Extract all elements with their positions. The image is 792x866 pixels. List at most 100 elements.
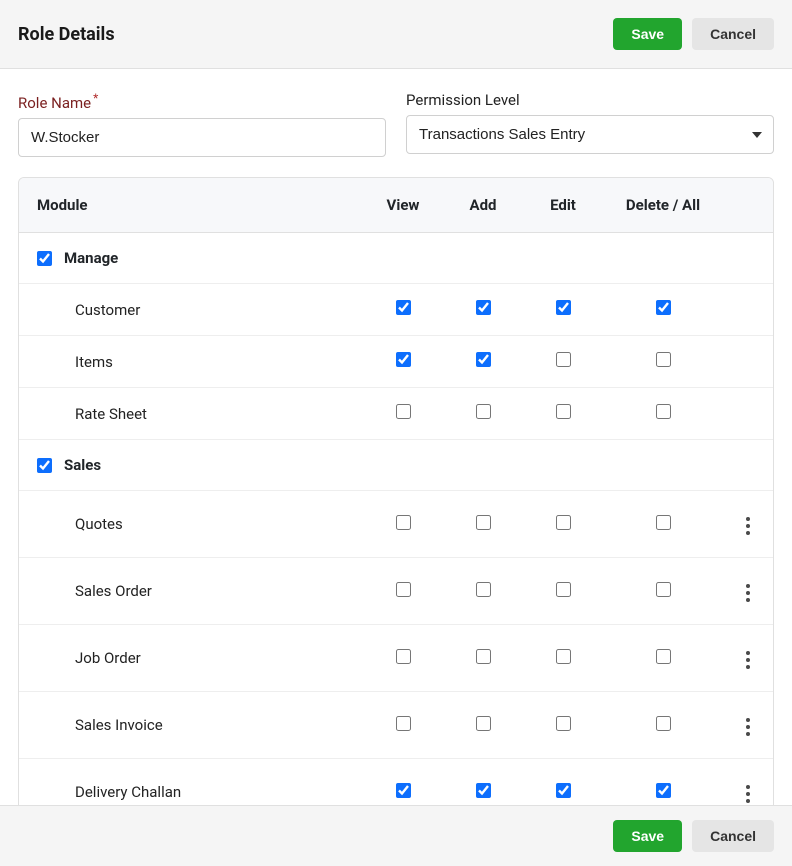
delete-checkbox[interactable] — [656, 716, 671, 731]
view-checkbox[interactable] — [396, 515, 411, 530]
delete-checkbox[interactable] — [656, 582, 671, 597]
module-label: Rate Sheet — [19, 388, 363, 440]
cell-add — [443, 692, 523, 759]
permissions-table-wrapper: Module View Add Edit Delete / All Manage… — [18, 177, 774, 826]
section-cell: Sales — [19, 440, 773, 491]
section-cell: Manage — [19, 233, 773, 284]
cell-delete — [603, 491, 723, 558]
table-row: Rate Sheet — [19, 388, 773, 440]
view-checkbox[interactable] — [396, 783, 411, 798]
cell-edit — [523, 558, 603, 625]
cell-actions — [723, 692, 773, 759]
delete-checkbox[interactable] — [656, 404, 671, 419]
more-options-icon[interactable] — [740, 712, 756, 742]
section-label: Sales — [64, 456, 101, 474]
cell-delete — [603, 284, 723, 336]
cell-edit — [523, 388, 603, 440]
col-module: Module — [19, 178, 363, 233]
cell-actions — [723, 388, 773, 440]
delete-checkbox[interactable] — [656, 783, 671, 798]
footer-save-button[interactable]: Save — [613, 820, 682, 852]
cancel-button[interactable]: Cancel — [692, 18, 774, 50]
delete-checkbox[interactable] — [656, 352, 671, 367]
view-checkbox[interactable] — [396, 649, 411, 664]
col-delete: Delete / All — [603, 178, 723, 233]
table-row: Job Order — [19, 625, 773, 692]
add-checkbox[interactable] — [476, 515, 491, 530]
view-checkbox[interactable] — [396, 582, 411, 597]
role-name-label: Role Name* — [18, 91, 386, 112]
edit-checkbox[interactable] — [556, 716, 571, 731]
save-button[interactable]: Save — [613, 18, 682, 50]
permission-level-label: Permission Level — [406, 91, 774, 109]
cell-actions — [723, 491, 773, 558]
cell-add — [443, 336, 523, 388]
cell-delete — [603, 625, 723, 692]
footer-cancel-button[interactable]: Cancel — [692, 820, 774, 852]
cell-edit — [523, 625, 603, 692]
delete-checkbox[interactable] — [656, 300, 671, 315]
more-options-icon[interactable] — [740, 578, 756, 608]
cell-add — [443, 625, 523, 692]
table-row: Items — [19, 336, 773, 388]
edit-checkbox[interactable] — [556, 783, 571, 798]
cell-add — [443, 491, 523, 558]
module-label: Sales Order — [19, 558, 363, 625]
table-row: Customer — [19, 284, 773, 336]
view-checkbox[interactable] — [396, 300, 411, 315]
role-name-group: Role Name* — [18, 91, 386, 157]
col-view: View — [363, 178, 443, 233]
add-checkbox[interactable] — [476, 783, 491, 798]
table-row: Sales Invoice — [19, 692, 773, 759]
header-bar: Role Details Save Cancel — [0, 0, 792, 69]
edit-checkbox[interactable] — [556, 404, 571, 419]
more-options-icon[interactable] — [740, 645, 756, 675]
cell-view — [363, 336, 443, 388]
edit-checkbox[interactable] — [556, 649, 571, 664]
cell-add — [443, 284, 523, 336]
permission-level-select[interactable]: Transactions Sales Entry — [406, 115, 774, 154]
add-checkbox[interactable] — [476, 300, 491, 315]
cell-delete — [603, 692, 723, 759]
section-checkbox[interactable] — [37, 458, 52, 473]
section-row: Sales — [19, 440, 773, 491]
section-checkbox[interactable] — [37, 251, 52, 266]
add-checkbox[interactable] — [476, 352, 491, 367]
cell-add — [443, 558, 523, 625]
cell-edit — [523, 692, 603, 759]
add-checkbox[interactable] — [476, 582, 491, 597]
edit-checkbox[interactable] — [556, 352, 571, 367]
add-checkbox[interactable] — [476, 649, 491, 664]
add-checkbox[interactable] — [476, 716, 491, 731]
cell-edit — [523, 336, 603, 388]
table-row: Sales Order — [19, 558, 773, 625]
footer-bar: Save Cancel — [0, 805, 792, 866]
section-row: Manage — [19, 233, 773, 284]
cell-actions — [723, 284, 773, 336]
cell-actions — [723, 558, 773, 625]
cell-edit — [523, 491, 603, 558]
table-row: Quotes — [19, 491, 773, 558]
permission-level-select-wrapper: Transactions Sales Entry — [406, 115, 774, 154]
add-checkbox[interactable] — [476, 404, 491, 419]
view-checkbox[interactable] — [396, 404, 411, 419]
col-edit: Edit — [523, 178, 603, 233]
view-checkbox[interactable] — [396, 716, 411, 731]
module-label: Items — [19, 336, 363, 388]
cell-add — [443, 388, 523, 440]
permissions-table: Module View Add Edit Delete / All Manage… — [19, 178, 773, 825]
delete-checkbox[interactable] — [656, 515, 671, 530]
role-name-input[interactable] — [18, 118, 386, 157]
more-options-icon[interactable] — [740, 511, 756, 541]
role-name-label-text: Role Name — [18, 94, 91, 112]
delete-checkbox[interactable] — [656, 649, 671, 664]
cell-view — [363, 491, 443, 558]
edit-checkbox[interactable] — [556, 515, 571, 530]
edit-checkbox[interactable] — [556, 582, 571, 597]
col-actions — [723, 178, 773, 233]
view-checkbox[interactable] — [396, 352, 411, 367]
required-asterisk: * — [93, 91, 98, 105]
cell-view — [363, 692, 443, 759]
edit-checkbox[interactable] — [556, 300, 571, 315]
form-area: Role Name* Permission Level Transactions… — [0, 69, 792, 157]
